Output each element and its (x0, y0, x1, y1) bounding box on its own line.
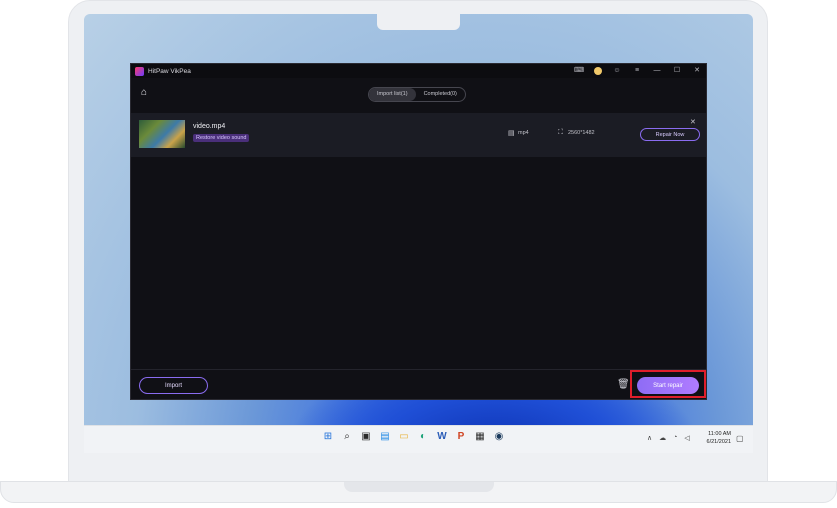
wifi-icon[interactable]: ◔ (673, 434, 677, 442)
home-icon[interactable]: ⌂ (141, 87, 147, 98)
file-resolution: 2560*1482 (568, 130, 595, 136)
trash-icon[interactable]: 🗑 (617, 379, 630, 390)
store-icon[interactable]: ▦ (473, 430, 487, 444)
tab-group: Import list(1) Completed(0) (368, 87, 466, 102)
clock[interactable]: 11:00 AM 6/21/2021 (701, 430, 731, 446)
file-name: video.mp4 (193, 123, 226, 130)
camera-notch (377, 14, 460, 30)
maximize-icon[interactable]: ☐ (672, 66, 682, 76)
repair-type-badge: Restore video sound (193, 134, 250, 142)
close-icon[interactable]: ✕ (692, 66, 702, 76)
file-row: video.mp4 Restore video sound ▤ mp4 ⛶ 25… (131, 113, 706, 157)
windows-start-icon[interactable]: ⊞ (321, 430, 335, 444)
minimize-icon[interactable]: — (652, 66, 662, 76)
gamepad-icon[interactable]: ⌨ (574, 66, 584, 76)
taskbar-icons: ⊞ ⌕ ▣ ▤ ▭ ◐ W P ▦ ◉ (321, 430, 506, 444)
tab-completed[interactable]: Completed(0) (416, 88, 465, 101)
import-button[interactable]: Import (139, 377, 208, 394)
app-title: HitPaw VikPea (148, 67, 191, 75)
edge-icon[interactable]: ◐ (416, 430, 430, 444)
remove-file-icon[interactable]: ✕ (690, 118, 696, 126)
resolution-icon: ⛶ (558, 129, 563, 136)
repair-now-button[interactable]: Repair Now (640, 128, 700, 141)
search-icon[interactable]: ⌕ (340, 430, 354, 444)
cloud-icon[interactable]: ☁ (659, 434, 666, 442)
tab-import-list[interactable]: Import list(1) (369, 88, 416, 101)
notification-icon[interactable]: ▢ (736, 434, 744, 443)
file-format-icon: ▤ (508, 130, 515, 137)
laptop-base (0, 481, 837, 503)
clock-time: 11:00 AM (708, 431, 731, 437)
widgets-icon[interactable]: ▤ (378, 430, 392, 444)
app-logo-icon (135, 66, 144, 76)
task-view-icon[interactable]: ▣ (359, 430, 373, 444)
laptop-base-notch (344, 482, 494, 492)
avatar[interactable] (594, 67, 602, 75)
app-window: HitPaw VikPea ⌨ ☺ ≡ — ☐ ✕ ⌂ Import list(… (130, 63, 707, 400)
steam-icon[interactable]: ◉ (492, 430, 506, 444)
volume-icon[interactable]: ◁ (684, 434, 689, 442)
word-icon[interactable]: W (435, 430, 449, 444)
chevron-up-icon[interactable]: ∧ (647, 434, 652, 442)
highlight-box (630, 370, 706, 398)
file-format: mp4 (518, 130, 529, 136)
toolbar: ⌂ Import list(1) Completed(0) (131, 78, 706, 112)
clock-date: 6/21/2021 (706, 439, 731, 445)
discord-icon[interactable]: ☺ (612, 66, 622, 76)
titlebar: HitPaw VikPea ⌨ ☺ ≡ — ☐ ✕ (131, 64, 706, 78)
video-thumbnail (139, 120, 185, 148)
file-explorer-icon[interactable]: ▭ (397, 430, 411, 444)
system-tray: ∧ ☁ ◔ ◁ (647, 434, 690, 442)
footer-divider (131, 369, 706, 370)
title-icons: ⌨ ☺ ≡ — ☐ ✕ (574, 66, 702, 76)
menu-icon[interactable]: ≡ (632, 66, 642, 76)
powerpoint-icon[interactable]: P (454, 430, 468, 444)
taskbar: ⊞ ⌕ ▣ ▤ ▭ ◐ W P ▦ ◉ ∧ ☁ ◔ ◁ 11:00 AM 6/2… (84, 425, 753, 453)
